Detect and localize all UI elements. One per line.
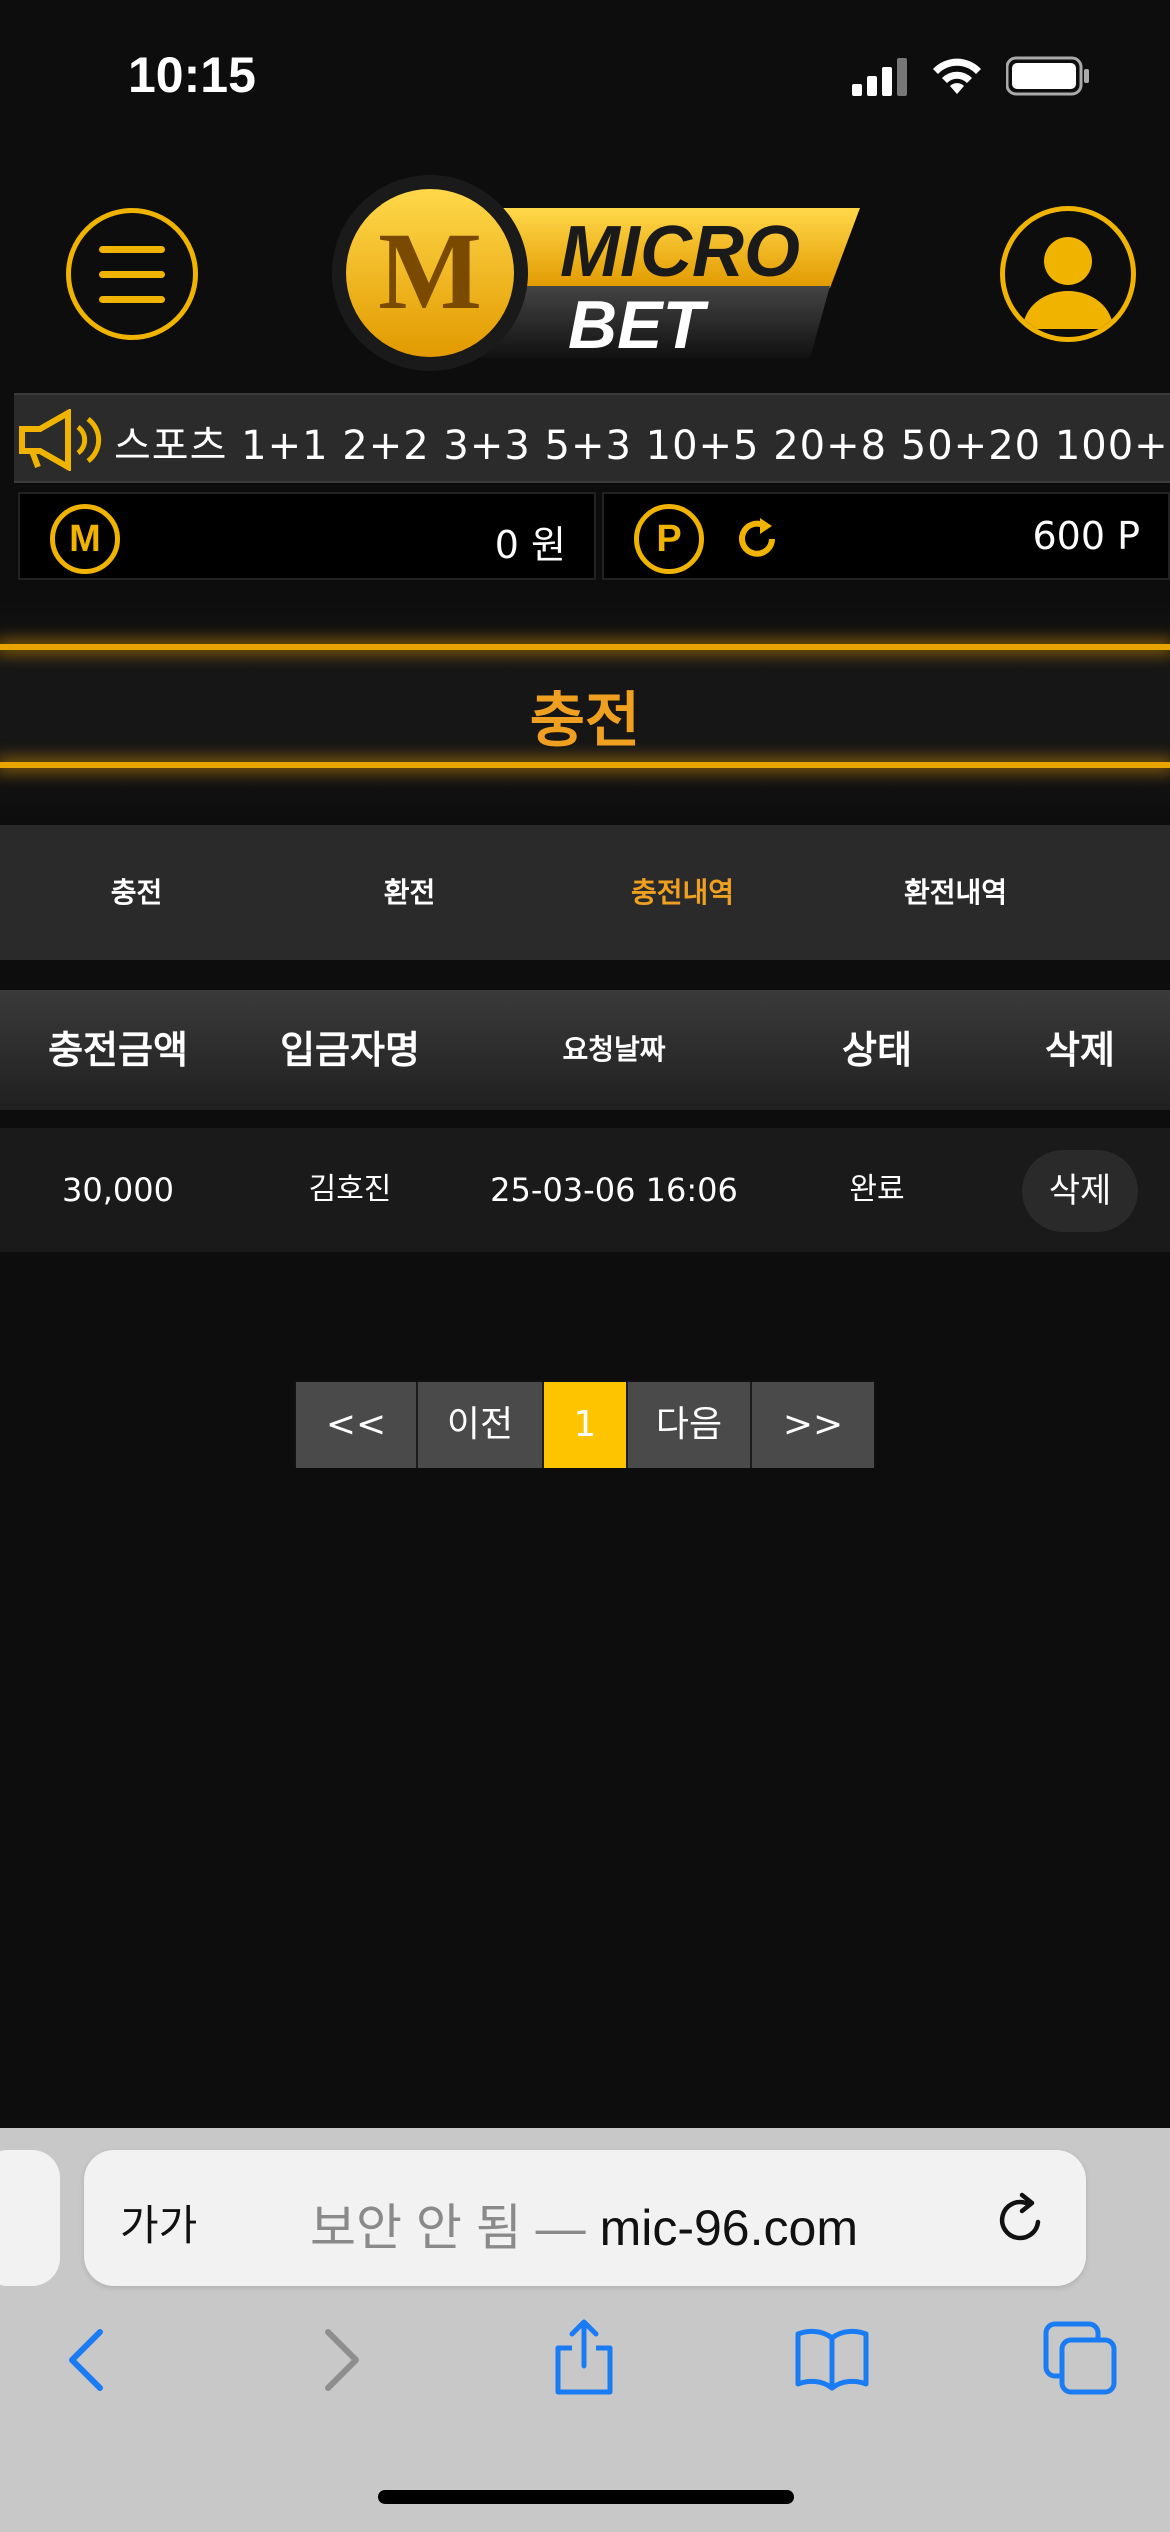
menu-line-icon	[99, 245, 165, 253]
user-icon	[1023, 237, 1113, 329]
menu-line-icon	[99, 270, 165, 278]
cell-depositor: 김호진	[308, 1172, 392, 1207]
cell-date: 25-03-06 16:06	[490, 1171, 738, 1209]
page-title-band: 충전	[0, 600, 1170, 820]
cell-status: 완료	[849, 1172, 905, 1207]
column-header-date: 요청날짜	[562, 1033, 666, 1066]
url-text: 보안 안 됨 — mic-96.com	[310, 2188, 858, 2260]
table-row: 30,000 김호진 25-03-06 16:06 완료 삭제	[0, 1128, 1170, 1252]
money-balance-value: 0 원	[494, 523, 566, 567]
menu-line-icon	[99, 295, 165, 303]
column-header-depositor: 입금자명	[280, 1028, 420, 1072]
page-next-button[interactable]: 다음	[628, 1382, 752, 1468]
logo-letter: M	[378, 210, 482, 332]
hamburger-menu-button[interactable]	[66, 208, 198, 340]
bookmarks-icon[interactable]	[792, 2318, 872, 2398]
refresh-points-icon[interactable]	[732, 514, 782, 564]
title-divider-bottom	[0, 762, 1170, 768]
cell-amount: 30,000	[62, 1171, 174, 1209]
page: 10:15 M MICRO BET 스포츠 1+1 2+2 3+3 5+3 10…	[0, 0, 1170, 2532]
signal-icon	[852, 58, 907, 96]
microbet-logo[interactable]: M MICRO BET	[330, 168, 860, 378]
status-time: 10:15	[128, 47, 256, 103]
tab-withdraw[interactable]: 환전	[273, 825, 546, 960]
pagination: << 이전 1 다음 >>	[294, 1380, 876, 1468]
tab-withdraw-history[interactable]: 환전내역	[819, 825, 1092, 960]
address-bar[interactable]: 가가 보안 안 됨 — mic-96.com	[84, 2150, 1086, 2286]
megaphone-icon	[19, 409, 102, 471]
back-icon[interactable]	[48, 2318, 128, 2398]
status-bar: 10:15	[0, 0, 1170, 150]
tab-deposit[interactable]: 충전	[0, 825, 273, 960]
url-domain: mic-96.com	[599, 2200, 858, 2256]
browser-chrome: 가가 보안 안 됨 — mic-96.com	[0, 2128, 1170, 2532]
reader-settings-button[interactable]: 가가	[120, 2192, 197, 2253]
point-balance: P 600 P	[602, 492, 1170, 580]
tabs-icon[interactable]	[1040, 2318, 1120, 2398]
reload-icon[interactable]	[992, 2192, 1048, 2248]
table-header: 충전금액 입금자명 요청날짜 상태 삭제	[0, 990, 1170, 1110]
logo-text-top: MICRO	[560, 212, 800, 292]
money-balance: M 0 원	[18, 492, 596, 580]
forward-icon[interactable]	[300, 2318, 380, 2398]
point-balance-value: 600 P	[1032, 514, 1140, 558]
site-header: M MICRO BET	[0, 150, 1170, 390]
previous-tab-preview[interactable]	[0, 2150, 60, 2286]
logo-text-bottom: BET	[568, 287, 709, 363]
notice-marquee: 스포츠 1+1 2+2 3+3 5+3 10+5 20+8 50+20 100+…	[14, 393, 1170, 483]
delete-button[interactable]: 삭제	[1022, 1150, 1138, 1232]
battery-icon	[1006, 56, 1089, 96]
page-first-button[interactable]: <<	[296, 1382, 418, 1468]
page-last-button[interactable]: >>	[752, 1382, 874, 1468]
page-prev-button[interactable]: 이전	[418, 1382, 544, 1468]
column-header-amount: 충전금액	[48, 1028, 188, 1072]
money-coin-icon: M	[50, 504, 120, 574]
status-icons	[852, 56, 1090, 96]
page-title: 충전	[529, 686, 641, 756]
wifi-icon	[933, 58, 981, 94]
title-divider-top	[0, 644, 1170, 650]
url-insecure-label: 보안 안 됨 —	[310, 2200, 586, 2256]
page-current-button[interactable]: 1	[544, 1382, 628, 1468]
share-icon[interactable]	[544, 2318, 624, 2398]
column-header-status: 상태	[842, 1028, 912, 1072]
home-indicator	[378, 2490, 794, 2504]
profile-button[interactable]	[1000, 206, 1136, 342]
tab-deposit-history[interactable]: 충전내역	[546, 825, 819, 960]
marquee-text: 스포츠 1+1 2+2 3+3 5+3 10+5 20+8 50+20 100+…	[114, 423, 1170, 469]
sub-tabs: 충전 환전 충전내역 환전내역	[0, 825, 1170, 960]
point-coin-icon: P	[634, 504, 704, 574]
browser-toolbar	[0, 2318, 1170, 2428]
column-header-delete: 삭제	[1045, 1028, 1115, 1072]
